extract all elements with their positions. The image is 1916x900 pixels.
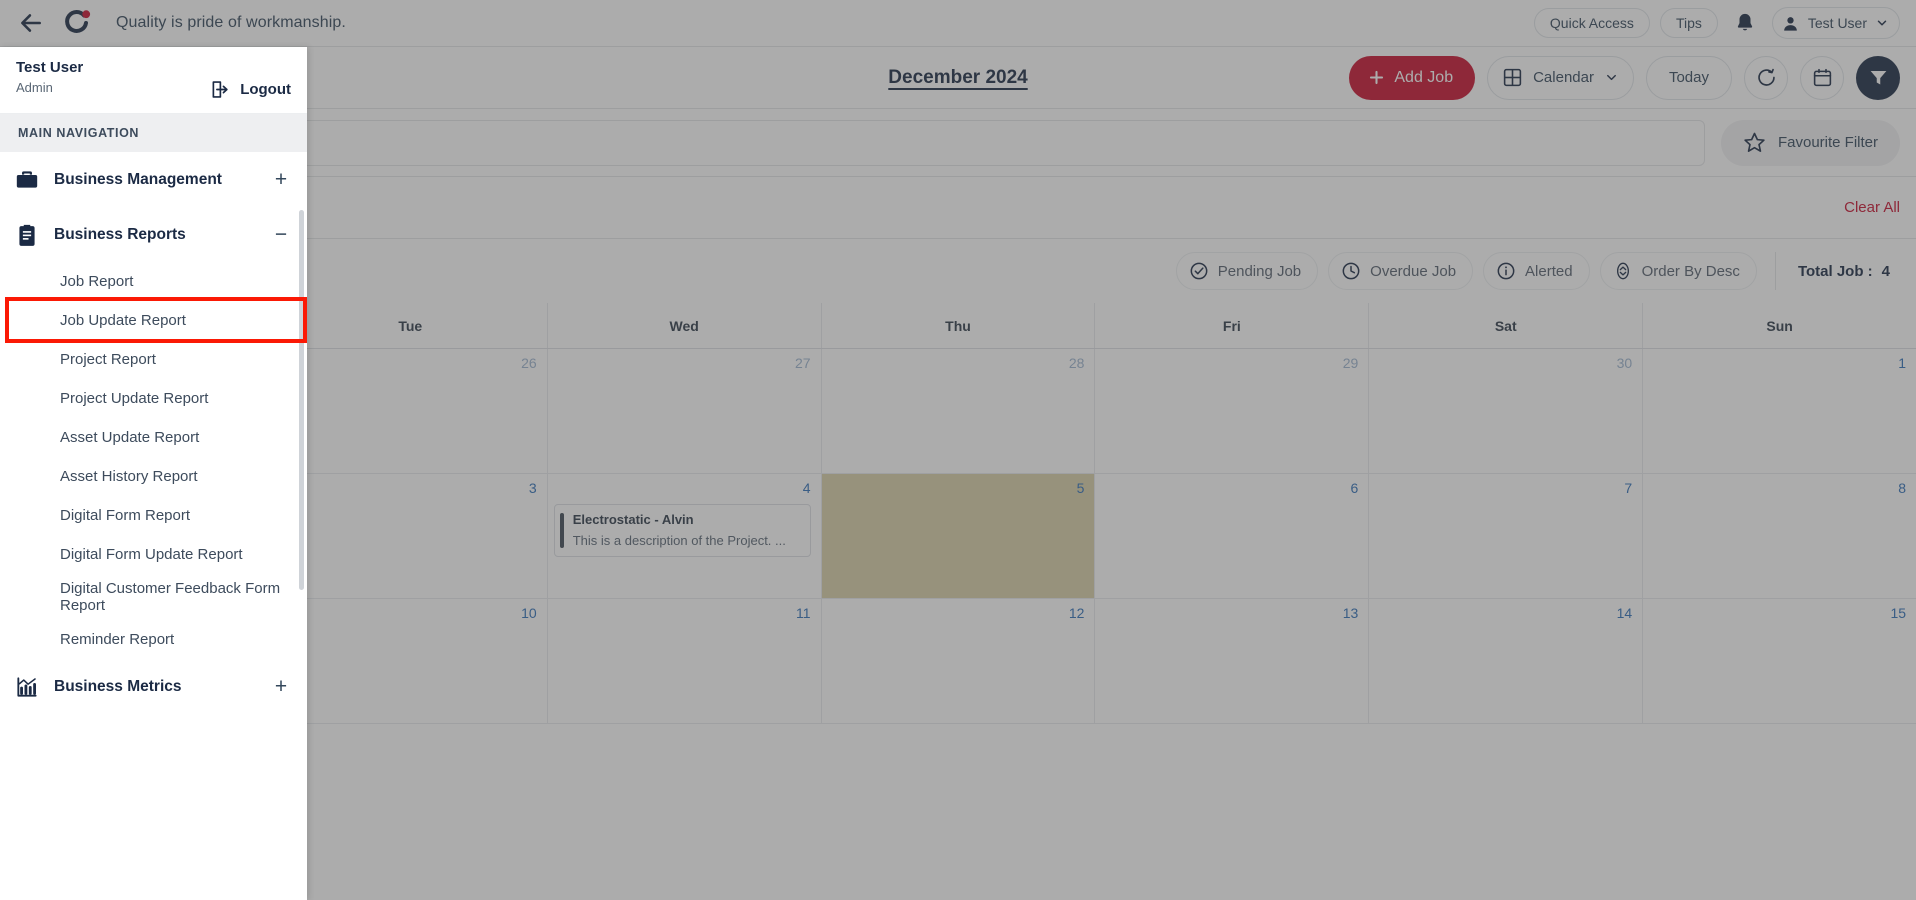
expand-toggle-icon[interactable]: + bbox=[273, 676, 289, 697]
drawer-user-role: Admin bbox=[16, 80, 53, 95]
sidebar-item-label: Business Management bbox=[54, 170, 222, 188]
sidebar-scrollbar[interactable] bbox=[299, 210, 304, 590]
expand-toggle-icon[interactable]: + bbox=[273, 169, 289, 190]
drawer-user-name: Test User bbox=[16, 59, 84, 76]
sidebar-item-asset-update-report[interactable]: Asset Update Report bbox=[0, 418, 307, 457]
sidebar-item-reminder-report[interactable]: Reminder Report bbox=[0, 620, 307, 659]
logout-button[interactable]: Logout bbox=[209, 79, 291, 100]
logout-label: Logout bbox=[240, 81, 291, 98]
sidebar-item-job-report[interactable]: Job Report bbox=[0, 262, 307, 301]
sidebar-item-asset-history-report[interactable]: Asset History Report bbox=[0, 457, 307, 496]
sidebar-item-project-report[interactable]: Project Report bbox=[0, 340, 307, 379]
sidebar-item-job-update-report[interactable]: Job Update Report bbox=[0, 301, 307, 340]
sidebar-item-business-reports[interactable]: Business Reports − bbox=[0, 207, 307, 262]
application-root: Quality is pride of workmanship. Quick A… bbox=[0, 0, 1916, 900]
sidebar-item-label: Business Metrics bbox=[54, 677, 182, 695]
collapse-toggle-icon[interactable]: − bbox=[273, 224, 289, 245]
drawer-user-info: Test User Admin bbox=[16, 59, 83, 95]
sidebar-item-digital-customer-feedback-form-report[interactable]: Digital Customer Feedback Form Report bbox=[0, 574, 307, 620]
clipboard-icon bbox=[19, 224, 35, 246]
bar-chart-icon bbox=[17, 676, 37, 697]
sidebar-item-label: Business Reports bbox=[54, 225, 186, 243]
logout-icon bbox=[212, 81, 228, 98]
sidebar-item-business-metrics[interactable]: Business Metrics + bbox=[0, 659, 307, 714]
sidebar-item-business-management[interactable]: Business Management + bbox=[0, 152, 307, 207]
main-navigation-heading: MAIN NAVIGATION bbox=[0, 114, 307, 152]
briefcase-icon bbox=[16, 170, 38, 188]
navigation-list: Business Management + Business Reports −… bbox=[0, 152, 307, 900]
drawer-user-panel: Test User Admin Logout bbox=[0, 47, 307, 114]
sidebar-item-project-update-report[interactable]: Project Update Report bbox=[0, 379, 307, 418]
sidebar-item-digital-form-update-report[interactable]: Digital Form Update Report bbox=[0, 535, 307, 574]
navigation-drawer: Test User Admin Logout MAIN NAVIGATION B… bbox=[0, 47, 307, 900]
sidebar-item-digital-form-report[interactable]: Digital Form Report bbox=[0, 496, 307, 535]
